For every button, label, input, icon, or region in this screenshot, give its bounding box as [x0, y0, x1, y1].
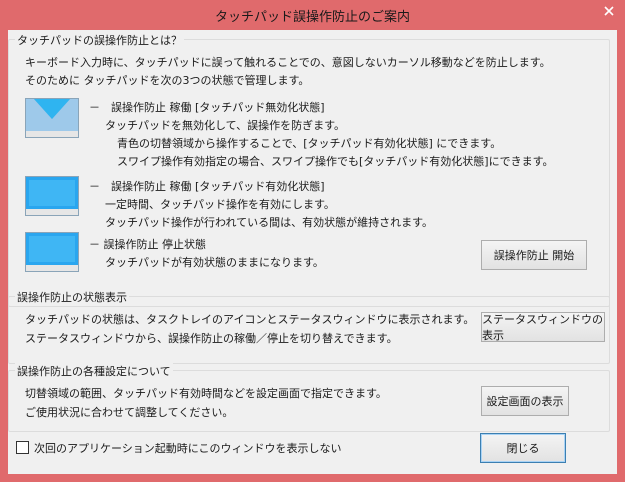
dont-show-again-label[interactable]: 次回のアプリケーション起動時にこのウィンドウを表示しない: [34, 440, 342, 456]
state-1-line-3: スワイプ操作有効指定の場合、スワイプ操作でも[タッチパッド有効化状態]にできます…: [117, 155, 554, 168]
state-1-line-2: 青色の切替領域から操作することで、[タッチパッド有効化状態] にできます。: [117, 137, 502, 150]
state-1-line-1: タッチパッドを無効化して、誤操作を防ぎます。: [105, 119, 346, 132]
status-line-2: ステータスウィンドウから、誤操作防止の稼働／停止を切り替えできます。: [25, 332, 398, 345]
start-protection-button[interactable]: 誤操作防止 開始: [481, 240, 587, 270]
settings-line-1: 切替領域の範囲、タッチパッド有効時間などを設定画面で指定できます。: [25, 387, 387, 400]
touchpad-disabled-icon: [25, 98, 79, 138]
close-window-button[interactable]: [599, 1, 619, 21]
settings-heading: 誤操作防止の各種設定について: [15, 363, 173, 379]
touchpad-enabled-icon: [25, 176, 79, 216]
show-status-window-button[interactable]: ステータスウィンドウの表示: [481, 312, 605, 342]
intro-group: タッチパッドの誤操作防止とは？ キーボード入力時に、タッチパッドに誤って触れるこ…: [8, 32, 610, 307]
touchpad-stopped-icon: [25, 232, 79, 272]
intro-line-1: キーボード入力時に、タッチパッドに誤って触れることでの、意図しないカーソル移動な…: [25, 56, 551, 69]
state-3-title: － 誤操作防止 停止状態: [89, 238, 206, 251]
intro-heading: タッチパッドの誤操作防止とは？: [15, 32, 184, 48]
window-title: タッチパッド誤操作防止のご案内: [214, 10, 410, 25]
dialog-body: タッチパッドの誤操作防止とは？ キーボード入力時に、タッチパッドに誤って触れるこ…: [8, 30, 617, 474]
state-2-line-2: タッチパッド操作が行われている間は、有効状態が維持されます。: [105, 216, 434, 229]
status-group: 誤操作防止の状態表示 タッチパッドの状態は、タスクトレイのアイコンとステータスウ…: [8, 289, 610, 364]
title-bar[interactable]: タッチパッド誤操作防止のご案内: [0, 0, 625, 30]
dialog-window: タッチパッド誤操作防止のご案内 タッチパッドの誤操作防止とは？ キーボード入力時…: [0, 0, 625, 482]
state-3-line-1: タッチパッドが有効状態のままになります。: [105, 256, 324, 269]
dont-show-again-checkbox[interactable]: [16, 441, 29, 454]
settings-line-2: ご使用状況に合わせて調整してください。: [25, 406, 234, 419]
intro-line-2: そのために タッチパッドを次の3つの状態で管理します。: [25, 74, 310, 87]
show-settings-button[interactable]: 設定画面の表示: [481, 386, 569, 416]
state-1-title: － 誤操作防止 稼働 [タッチパッド無効化状態]: [89, 101, 325, 114]
close-icon: [604, 6, 614, 16]
state-2-line-1: 一定時間、タッチパッド操作を有効にします。: [105, 198, 335, 211]
state-2-title: － 誤操作防止 稼働 [タッチパッド有効化状態]: [89, 180, 325, 193]
settings-group: 誤操作防止の各種設定について 切替領域の範囲、タッチパッド有効時間などを設定画面…: [8, 363, 610, 432]
close-button[interactable]: 閉じる: [480, 433, 566, 463]
status-heading: 誤操作防止の状態表示: [15, 289, 129, 305]
status-line-1: タッチパッドの状態は、タスクトレイのアイコンとステータスウィンドウに表示されます…: [25, 313, 475, 326]
